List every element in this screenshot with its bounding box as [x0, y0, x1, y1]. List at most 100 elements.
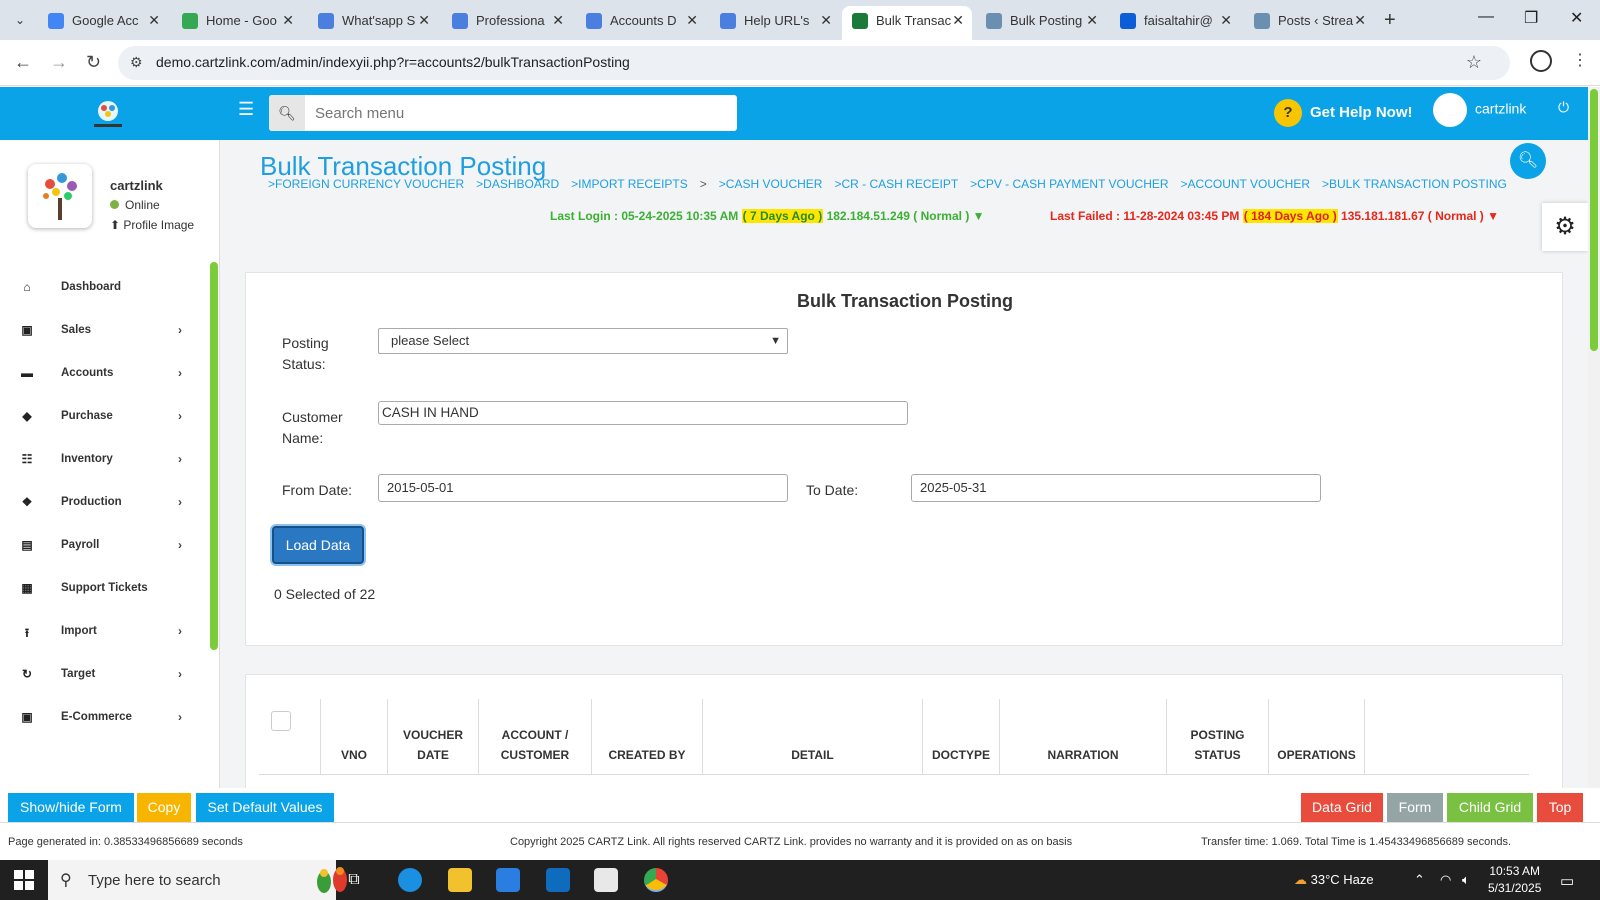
close-tab-icon[interactable]: ✕ — [282, 6, 294, 34]
column-header[interactable]: CREATED BY — [592, 699, 703, 775]
floating-search-button[interactable]: 🔍︎ — [1510, 143, 1546, 179]
power-icon[interactable]: ⏻ — [1558, 99, 1569, 116]
windows-start-icon[interactable] — [14, 870, 34, 890]
user-menu[interactable]: cartzlink — [1433, 93, 1526, 127]
browser-tab[interactable]: faisaltahir@ ✕ — [1110, 6, 1240, 40]
close-tab-icon[interactable]: ✕ — [148, 6, 160, 34]
sidebar-item-target[interactable]: ↻ Target › — [0, 655, 205, 695]
browser-profile-icon[interactable] — [1530, 50, 1552, 72]
sidebar-item-e-commerce[interactable]: ▣ E-Commerce › — [0, 698, 205, 738]
browser-tab[interactable]: Professiona ✕ — [442, 6, 572, 40]
close-tab-icon[interactable]: ✕ — [820, 6, 832, 34]
file-explorer-icon[interactable] — [448, 868, 472, 892]
browser-tab[interactable]: Posts ‹ Strea ✕ — [1244, 6, 1374, 40]
breadcrumb-item[interactable]: >DASHBOARD — [476, 177, 559, 191]
taskbar-search[interactable]: ⚲ Type here to search — [48, 860, 347, 900]
vnc-icon[interactable] — [594, 868, 618, 892]
column-header[interactable]: VNO — [321, 699, 388, 775]
hamburger-menu-icon[interactable]: ☰ — [238, 99, 254, 120]
browser-tab[interactable]: Accounts D ✕ — [576, 6, 706, 40]
profile-image-link[interactable]: ⬆︎ Profile Image — [110, 218, 194, 232]
customer-name-input[interactable]: CASH IN HAND — [378, 401, 908, 425]
sidebar-item-purchase[interactable]: ◆ Purchase › — [0, 397, 205, 437]
browser-tab[interactable]: What'sapp S ✕ — [308, 6, 438, 40]
column-header[interactable]: POSTING STATUS — [1167, 699, 1269, 775]
close-tab-icon[interactable]: ✕ — [1354, 6, 1366, 34]
back-icon[interactable]: ← — [14, 52, 32, 73]
bookmark-star-icon[interactable]: ☆ — [1466, 52, 1482, 73]
network-icon[interactable]: ◠ — [1440, 872, 1451, 888]
breadcrumb-item[interactable]: > — [700, 177, 707, 191]
page-scrollbar-thumb[interactable] — [1590, 89, 1598, 351]
column-header[interactable]: DOCTYPE — [923, 699, 1000, 775]
forward-icon[interactable]: → — [50, 52, 68, 73]
get-help-link[interactable]: ? Get Help Now! — [1274, 99, 1413, 127]
form-button[interactable]: Form — [1387, 793, 1443, 822]
top-button[interactable]: Top — [1537, 793, 1583, 822]
data-grid-button[interactable]: Data Grid — [1301, 793, 1383, 822]
last-failed-suffix[interactable]: 135.181.181.67 ( Normal ) ▼ — [1341, 209, 1499, 223]
outlook-icon[interactable] — [546, 868, 570, 892]
settings-gear-icon[interactable]: ⚙ — [1542, 203, 1588, 251]
new-tab-button[interactable]: + — [1384, 8, 1396, 32]
search-icon[interactable]: 🔍︎ — [269, 95, 305, 131]
show-hide-form-button[interactable]: Show/hide Form — [8, 793, 134, 822]
close-tab-icon[interactable]: ✕ — [418, 6, 430, 34]
menu-search-input[interactable] — [305, 95, 737, 131]
breadcrumb-item[interactable]: >FOREIGN CURRENCY VOUCHER — [268, 177, 464, 191]
close-window-icon[interactable]: ✕ — [1570, 8, 1583, 28]
close-tab-icon[interactable]: ✕ — [552, 6, 564, 34]
set-default-values-button[interactable]: Set Default Values — [196, 793, 334, 822]
close-tab-icon[interactable]: ✕ — [1086, 6, 1098, 34]
minimize-icon[interactable]: — — [1478, 8, 1494, 26]
reload-icon[interactable]: ↻ — [86, 52, 101, 73]
sidebar-item-support-tickets[interactable]: ▦ Support Tickets — [0, 569, 205, 609]
close-tab-icon[interactable]: ✕ — [686, 6, 698, 34]
breadcrumb-item[interactable]: >IMPORT RECEIPTS — [571, 177, 688, 191]
url-text[interactable]: demo.cartzlink.com/admin/indexyii.php?r=… — [156, 54, 630, 70]
column-header[interactable]: NARRATION — [1000, 699, 1167, 775]
sidebar-item-payroll[interactable]: ▤ Payroll › — [0, 526, 205, 566]
breadcrumb-item[interactable]: >CASH VOUCHER — [719, 177, 823, 191]
last-login-suffix[interactable]: 182.184.51.249 ( Normal ) ▼ — [827, 209, 985, 223]
browser-tab[interactable]: Help URL's ✕ — [710, 6, 840, 40]
weather-widget[interactable]: ☁ 33°C Haze — [1294, 872, 1374, 888]
column-header[interactable]: OPERATIONS — [1269, 699, 1365, 775]
select-all-checkbox[interactable] — [271, 711, 291, 731]
close-tab-icon[interactable]: ✕ — [1220, 6, 1232, 34]
browser-tab[interactable]: Home - Goo ✕ — [172, 6, 302, 40]
breadcrumb-item[interactable]: >ACCOUNT VOUCHER — [1181, 177, 1310, 191]
tab-search-dropdown-icon[interactable]: ⌄ — [8, 8, 32, 32]
load-data-button[interactable]: Load Data — [272, 526, 364, 564]
browser-tab[interactable]: Bulk Posting ✕ — [976, 6, 1106, 40]
child-grid-button[interactable]: Child Grid — [1447, 793, 1533, 822]
to-date-input[interactable]: 2025-05-31 — [911, 474, 1321, 502]
restore-icon[interactable]: ❐ — [1524, 8, 1538, 28]
breadcrumb-item[interactable]: >BULK TRANSACTION POSTING — [1322, 177, 1507, 191]
sidebar-item-sales[interactable]: ▣ Sales › — [0, 311, 205, 351]
column-header[interactable]: VOUCHER DATE — [388, 699, 479, 775]
site-settings-icon[interactable]: ⚙ — [130, 54, 143, 71]
edge-icon[interactable] — [398, 868, 422, 892]
volume-icon[interactable]: 🔈︎ — [1462, 872, 1470, 888]
chrome-icon[interactable] — [644, 868, 668, 892]
task-view-icon[interactable]: ⧉ — [342, 868, 366, 892]
breadcrumb-item[interactable]: >CR - CASH RECEIPT — [834, 177, 958, 191]
from-date-input[interactable]: 2015-05-01 — [378, 474, 788, 502]
taskbar-clock[interactable]: 10:53 AM 5/31/2025 — [1488, 863, 1541, 897]
sidebar-item-accounts[interactable]: ▬ Accounts › — [0, 354, 205, 394]
posting-status-select[interactable]: please Select ▼ — [378, 328, 788, 354]
sidebar-item-dashboard[interactable]: ⌂ Dashboard — [0, 268, 205, 308]
browser-tab[interactable]: Google Acc ✕ — [38, 6, 168, 40]
browser-menu-icon[interactable]: ⋮ — [1572, 50, 1588, 70]
omnibox[interactable]: ⚙ demo.cartzlink.com/admin/indexyii.php?… — [118, 46, 1510, 80]
page-scrollbar[interactable] — [1588, 87, 1600, 800]
microsoft-store-icon[interactable] — [496, 868, 520, 892]
browser-tab[interactable]: Bulk Transac ✕ — [842, 6, 972, 40]
notifications-icon[interactable]: ▭ — [1560, 872, 1574, 890]
sidebar-scrollbar[interactable] — [210, 262, 218, 650]
sidebar-item-production[interactable]: ❖ Production › — [0, 483, 205, 523]
column-header[interactable]: DETAIL — [703, 699, 923, 775]
copy-button[interactable]: Copy — [137, 793, 191, 822]
sidebar-item-inventory[interactable]: ☷ Inventory › — [0, 440, 205, 480]
